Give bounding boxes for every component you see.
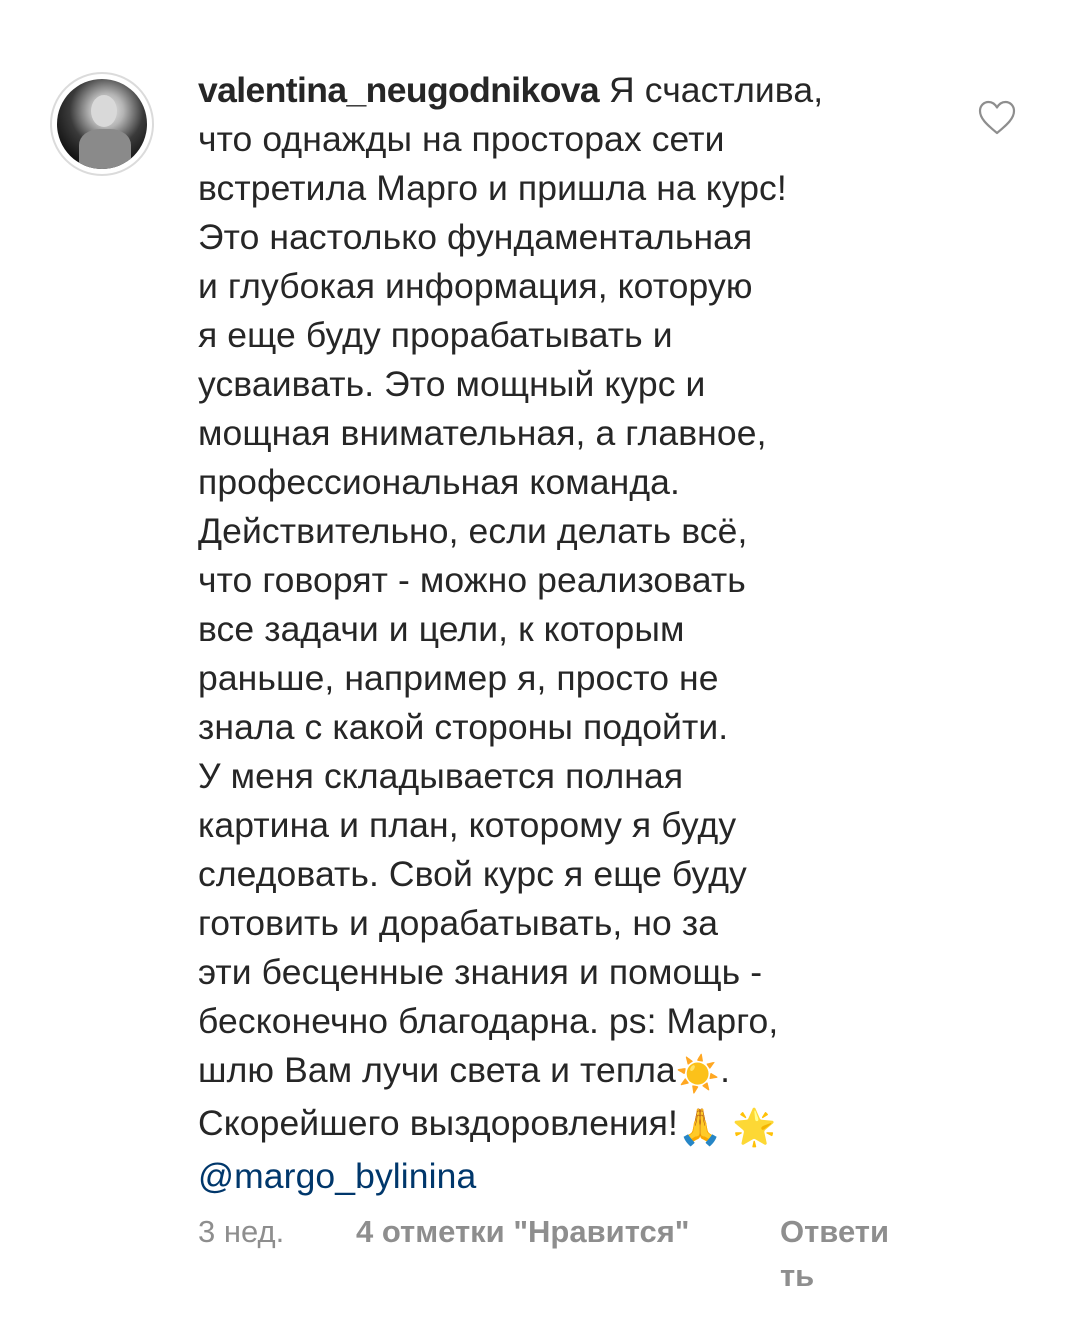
heart-outline-icon[interactable]	[978, 100, 1016, 136]
comment-text-line: У меня складывается полная	[198, 756, 684, 796]
folded-hands-emoji-icon: 🙏	[677, 1107, 723, 1147]
avatar[interactable]	[50, 72, 154, 176]
comment-item: valentina_neugodnikova Я счастлива, что …	[0, 0, 1079, 1342]
heart-outline-svg	[978, 100, 1016, 135]
comment-text-line: знала с какой стороны подойти.	[198, 707, 729, 747]
comment-line-1: valentina_neugodnikova Я счастлива,	[198, 66, 938, 115]
comment-body: valentina_neugodnikova Я счастлива, что …	[198, 66, 938, 1201]
comment-text-line-with-emoji: Скорейшего выздоровления!🙏 🌟	[198, 1099, 938, 1152]
comment-text-line: раньше, например я, просто не	[198, 658, 719, 698]
comment-text-line: эти бесценные знания и помощь -	[198, 952, 763, 992]
comment-text-line: все задачи и цели, к которым	[198, 609, 685, 649]
comment-text-line: усваивать. Это мощный курс и	[198, 364, 706, 404]
comment-text-line: что говорят - можно реализовать	[198, 560, 746, 600]
comment-likes-count[interactable]: 4 отметки "Нравится"	[356, 1210, 690, 1254]
comment-text-line-with-emoji: шлю Вам лучи света и тепла☀️.	[198, 1046, 938, 1099]
comment-text-segment: шлю Вам лучи света и тепла	[198, 1050, 676, 1090]
comment-text-line: и глубокая информация, которую	[198, 266, 753, 306]
comment-text-line: профессиональная команда.	[198, 462, 680, 502]
comment-text-line: мощная внимательная, а главное,	[198, 413, 767, 453]
comment-text-line: следовать. Свой курс я еще буду	[198, 854, 747, 894]
comment-text-line: встретила Марго и пришла на курс!	[198, 168, 787, 208]
avatar-photo	[57, 79, 147, 169]
reply-button[interactable]: Ответить	[780, 1210, 890, 1298]
comment-text-line: бесконечно благодарна. ps: Марго,	[198, 1001, 779, 1041]
comment-text-line: картина и план, которому я буду	[198, 805, 737, 845]
comment-text-line: я еще буду прорабатывать и	[198, 315, 673, 355]
sun-emoji-icon: ☀️	[675, 1054, 721, 1094]
comment-text-segment: Я счастлива,	[609, 70, 824, 110]
comment-text-line: что однажды на просторах сети	[198, 119, 725, 159]
glowing-star-emoji-icon: 🌟	[732, 1107, 777, 1147]
comment-timestamp[interactable]: 3 нед.	[198, 1210, 284, 1254]
comment-text-segment: Скорейшего выздоровления!	[198, 1103, 678, 1143]
comment-text-line: Это настолько фундаментальная	[198, 217, 753, 257]
comment-text-line: Действительно, если делать всё,	[198, 511, 748, 551]
comment-username[interactable]: valentina_neugodnikova	[198, 70, 600, 110]
mention-link[interactable]: @margo_bylinina	[198, 1152, 938, 1201]
comment-text-segment: .	[720, 1050, 731, 1090]
comment-text-line: готовить и дорабатывать, но за	[198, 903, 719, 943]
